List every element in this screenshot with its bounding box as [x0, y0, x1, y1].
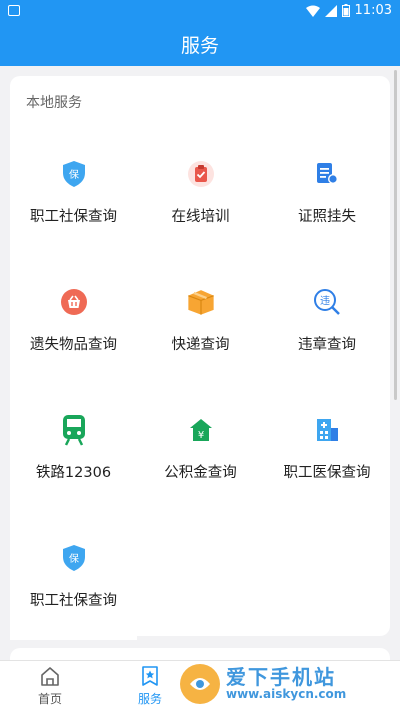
home-icon — [41, 667, 59, 686]
hospital-icon — [312, 415, 342, 445]
watermark-url: www.aiskycn.com — [226, 687, 347, 702]
service-label: 铁路12306 — [35, 464, 112, 481]
service-label: 公积金查询 — [164, 464, 237, 481]
service-label: 职工社保查询 — [30, 208, 117, 225]
service-label: 在线培训 — [171, 208, 230, 225]
section-title: 本地服务 — [26, 95, 82, 111]
scrollbar[interactable] — [394, 70, 397, 400]
local-services-card: 本地服务 保 职工社保查询 在线培训 证照挂失 遗失物品查询 快递查询 违 违章… — [10, 76, 390, 640]
svg-text:保: 保 — [69, 552, 79, 565]
watermark: 爱下手机站 www.aiskycn.com — [180, 662, 394, 706]
tab-label: 首页 — [37, 692, 62, 706]
service-item[interactable]: 证照挂失 — [264, 128, 390, 256]
train-icon — [59, 414, 89, 446]
service-item[interactable]: 快递查询 — [137, 256, 264, 384]
notification-icon — [8, 5, 20, 16]
tab-home[interactable]: 首页 — [0, 661, 100, 711]
shield-icon: 保 — [59, 159, 89, 189]
service-label: 违章查询 — [298, 336, 356, 353]
services-grid: 保 职工社保查询 在线培训 证照挂失 遗失物品查询 快递查询 违 违章查询 铁路… — [10, 128, 390, 640]
star-bookmark-icon — [142, 666, 158, 686]
package-icon — [186, 287, 216, 317]
service-label: 快递查询 — [171, 336, 230, 353]
document-badge-icon — [312, 159, 342, 189]
svg-text:¥: ¥ — [197, 430, 203, 441]
battery-icon — [341, 4, 350, 17]
basket-icon — [59, 287, 89, 317]
service-item[interactable]: 在线培训 — [137, 128, 264, 256]
house-yuan-icon: ¥ — [186, 415, 216, 445]
service-label: 遗失物品查询 — [30, 336, 117, 353]
page-title: 服务 — [180, 34, 219, 57]
service-item[interactable]: 职工医保查询 — [264, 384, 390, 512]
watermark-title: 爱下手机站 — [226, 665, 336, 690]
service-item[interactable]: 保 职工社保查询 — [10, 128, 137, 256]
violation-search-icon: 违 — [312, 287, 342, 317]
service-label: 职工社保查询 — [30, 592, 117, 609]
status-time: 11:03 — [354, 3, 392, 18]
service-item[interactable]: 铁路12306 — [10, 384, 137, 512]
wifi-icon — [305, 5, 320, 17]
service-label: 证照挂失 — [298, 208, 356, 225]
clipboard-check-icon — [186, 159, 216, 189]
service-item[interactable]: 遗失物品查询 — [10, 256, 137, 384]
svg-text:违: 违 — [320, 295, 330, 307]
service-label: 职工医保查询 — [283, 464, 371, 481]
signal-icon — [324, 4, 337, 17]
tab-label: 服务 — [137, 692, 162, 706]
service-item[interactable]: 保 职工社保查询 — [10, 512, 137, 640]
svg-text:保: 保 — [69, 168, 79, 181]
app-header: 服务 — [0, 22, 400, 66]
service-item[interactable]: 违 违章查询 — [264, 256, 390, 384]
watermark-logo — [180, 664, 220, 704]
service-item[interactable]: ¥ 公积金查询 — [137, 384, 264, 512]
status-bar: 11:03 — [0, 0, 400, 22]
shield-icon: 保 — [59, 543, 89, 573]
